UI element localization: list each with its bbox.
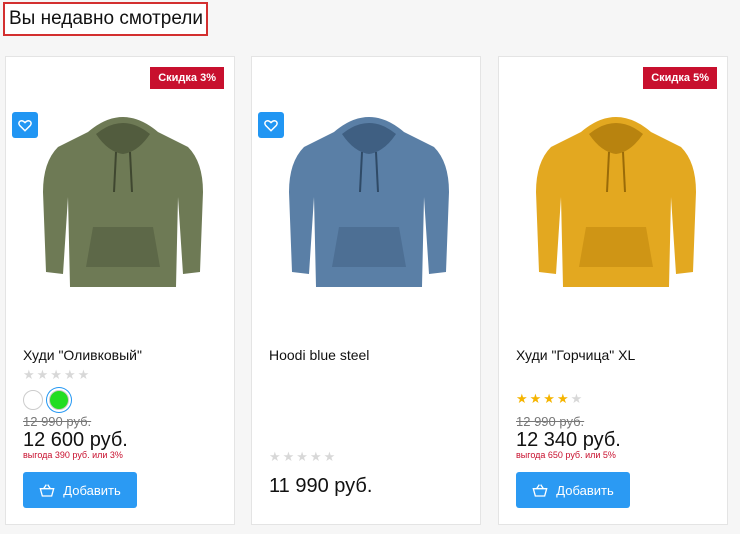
color-swatches <box>23 390 69 410</box>
product-title[interactable]: Худи "Оливковый" <box>23 347 142 363</box>
hoodie-image <box>536 117 696 287</box>
rating-stars: ★★★★★ <box>269 449 338 464</box>
product-image[interactable] <box>274 97 464 297</box>
rating-stars: ★★★★★ <box>516 391 585 406</box>
hoodie-image <box>289 117 449 287</box>
add-to-cart-label: Добавить <box>63 482 121 498</box>
product-image[interactable] <box>28 97 218 297</box>
product-title[interactable]: Худи "Горчица" XL <box>516 347 635 363</box>
product-card-mustard[interactable]: Скидка 5% Худи "Горчица" XL ★★★★★ 12 990… <box>498 56 728 525</box>
saving-text: выгода 650 руб. или 5% <box>516 450 616 460</box>
hoodie-image <box>43 117 203 287</box>
price: 12 600 руб. <box>23 429 128 451</box>
add-to-cart-button[interactable]: Добавить <box>23 472 137 508</box>
old-price: 12 990 руб. <box>516 414 585 429</box>
favorite-button[interactable] <box>12 112 38 138</box>
rating-stars: ★★★★★ <box>23 367 92 382</box>
heart-icon <box>264 119 278 132</box>
product-card-olive[interactable]: Скидка 3% Худи "Оливковый" ★★★★★ 12 990 … <box>5 56 235 525</box>
add-to-cart-label: Добавить <box>556 482 614 498</box>
color-swatch-white[interactable] <box>23 390 43 410</box>
section-title: Вы недавно смотрели <box>3 2 208 36</box>
heart-icon <box>18 119 32 132</box>
product-card-blue[interactable]: Hoodi blue steel ★★★★★ 11 990 руб. <box>251 56 481 525</box>
color-swatch-green[interactable] <box>49 390 69 410</box>
discount-badge: Скидка 3% <box>150 67 224 89</box>
add-to-cart-button[interactable]: Добавить <box>516 472 630 508</box>
price: 12 340 руб. <box>516 429 621 451</box>
old-price: 12 990 руб. <box>23 414 92 429</box>
discount-badge: Скидка 5% <box>643 67 717 89</box>
favorite-button[interactable] <box>258 112 284 138</box>
basket-icon <box>532 484 548 497</box>
product-title[interactable]: Hoodi blue steel <box>269 347 369 363</box>
product-image[interactable] <box>521 97 711 297</box>
price: 11 990 руб. <box>269 475 373 497</box>
saving-text: выгода 390 руб. или 3% <box>23 450 123 460</box>
basket-icon <box>39 484 55 497</box>
